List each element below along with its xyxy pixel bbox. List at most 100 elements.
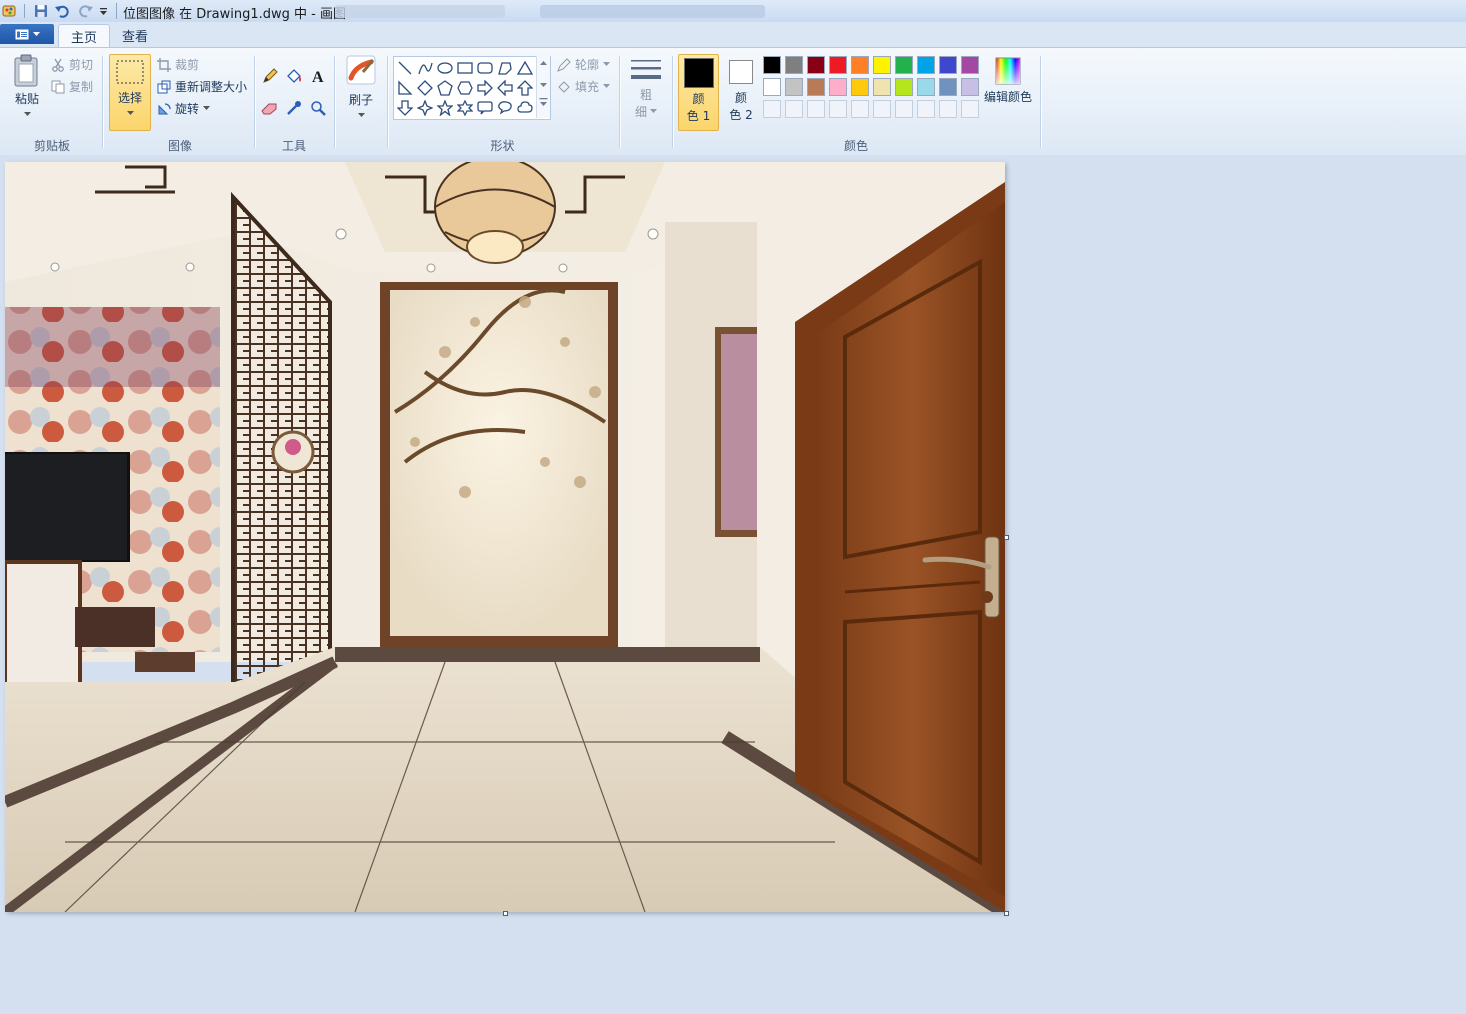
down-arrow-shape-icon[interactable] xyxy=(395,98,415,118)
rotate-label: 旋转 xyxy=(175,102,200,116)
up-arrow-shape-icon[interactable] xyxy=(515,78,535,98)
resize-button[interactable]: 重新调整大小 xyxy=(157,78,247,95)
brushes-button[interactable]: 刷子 xyxy=(341,54,381,118)
right-triangle-shape-icon[interactable] xyxy=(395,78,415,98)
color-picker-icon[interactable] xyxy=(284,98,304,118)
custom-color-slot[interactable] xyxy=(895,100,913,118)
drawing-canvas[interactable] xyxy=(5,162,1005,912)
palette-swatch[interactable] xyxy=(785,78,803,96)
palette-swatch[interactable] xyxy=(917,78,935,96)
redo-icon[interactable] xyxy=(78,3,96,19)
text-icon[interactable]: A xyxy=(308,66,328,86)
palette-swatch[interactable] xyxy=(785,56,803,74)
size-label-line2: 细 xyxy=(634,105,647,119)
palette-swatch[interactable] xyxy=(807,56,825,74)
palette-swatch[interactable] xyxy=(961,56,979,74)
undo-icon[interactable] xyxy=(54,3,70,19)
palette-swatch[interactable] xyxy=(763,56,781,74)
rectangle-shape-icon[interactable] xyxy=(455,58,475,78)
crop-label: 裁剪 xyxy=(175,58,200,72)
palette-swatch[interactable] xyxy=(763,78,781,96)
palette-swatch[interactable] xyxy=(917,56,935,74)
five-point-star-shape-icon[interactable] xyxy=(435,98,455,118)
oval-shape-icon[interactable] xyxy=(435,58,455,78)
four-point-star-shape-icon[interactable] xyxy=(415,98,435,118)
shapes-group-label: 形状 xyxy=(490,139,515,153)
tab-view[interactable]: 查看 xyxy=(110,24,160,47)
palette-swatch[interactable] xyxy=(895,56,913,74)
select-label: 选择 xyxy=(117,91,142,105)
custom-color-slot[interactable] xyxy=(961,100,979,118)
selection-rect-icon xyxy=(116,60,144,84)
separator xyxy=(19,3,29,19)
palette-swatch[interactable] xyxy=(939,78,957,96)
palette-swatch[interactable] xyxy=(873,78,891,96)
pentagon-shape-icon[interactable] xyxy=(435,78,455,98)
file-menu-button[interactable] xyxy=(0,24,54,44)
copy-button[interactable]: 复制 xyxy=(51,78,93,95)
right-arrow-shape-icon[interactable] xyxy=(475,78,495,98)
canvas-resize-handle-right[interactable] xyxy=(1004,535,1009,540)
outline-button[interactable]: 轮廓 xyxy=(557,56,611,73)
custom-color-slot[interactable] xyxy=(785,100,803,118)
background-window-tab xyxy=(540,5,765,18)
edit-colors-label: 编辑颜色 xyxy=(983,90,1032,104)
shapes-gallery xyxy=(393,56,551,120)
canvas-resize-handle-bottom[interactable] xyxy=(503,911,508,916)
eraser-icon[interactable] xyxy=(260,98,280,118)
palette-swatch[interactable] xyxy=(873,56,891,74)
pencil-icon[interactable] xyxy=(260,66,280,86)
palette-swatch[interactable] xyxy=(851,56,869,74)
polygon-shape-icon[interactable] xyxy=(495,58,515,78)
canvas-resize-handle-corner[interactable] xyxy=(1004,911,1009,916)
custom-color-slot[interactable] xyxy=(917,100,935,118)
customize-icon[interactable] xyxy=(97,3,109,19)
fill-button[interactable]: 填充 xyxy=(557,78,611,95)
cut-button[interactable]: 剪切 xyxy=(51,56,93,73)
custom-color-slot[interactable] xyxy=(851,100,869,118)
palette-swatch[interactable] xyxy=(961,78,979,96)
color2-label-line1: 颜 xyxy=(734,91,747,105)
palette-swatch[interactable] xyxy=(851,78,869,96)
select-button[interactable]: 选择 xyxy=(109,54,151,131)
paste-button[interactable]: 粘贴 xyxy=(8,54,46,117)
custom-color-slot[interactable] xyxy=(807,100,825,118)
diamond-shape-icon[interactable] xyxy=(415,78,435,98)
size-button[interactable]: 粗 细 xyxy=(626,56,666,120)
app-icon[interactable] xyxy=(1,3,17,19)
save-icon[interactable] xyxy=(33,3,49,19)
color1-button[interactable]: 颜 色 1 xyxy=(678,54,719,131)
palette-swatch[interactable] xyxy=(939,56,957,74)
palette-swatch[interactable] xyxy=(829,56,847,74)
line-shape-icon[interactable] xyxy=(395,58,415,78)
custom-color-slot[interactable] xyxy=(763,100,781,118)
crop-button[interactable]: 裁剪 xyxy=(157,56,199,73)
clipboard-icon xyxy=(14,54,38,87)
edit-colors-button[interactable]: 编辑颜色 xyxy=(983,56,1033,105)
triangle-shape-icon[interactable] xyxy=(515,58,535,78)
shapes-scrollbar[interactable] xyxy=(536,56,550,118)
rotate-button[interactable]: 旋转 xyxy=(157,100,211,117)
fill-bucket-icon[interactable] xyxy=(284,66,304,86)
cloud-callout-shape-icon[interactable] xyxy=(515,98,535,118)
color2-button[interactable]: 颜 色 2 xyxy=(723,57,759,123)
tab-home[interactable]: 主页 xyxy=(58,24,111,48)
custom-color-slot[interactable] xyxy=(829,100,847,118)
size-label-line1: 粗 xyxy=(639,88,652,102)
curve-shape-icon[interactable] xyxy=(415,58,435,78)
palette-swatch[interactable] xyxy=(829,78,847,96)
oval-callout-shape-icon[interactable] xyxy=(495,98,515,118)
rounded-rectangle-shape-icon[interactable] xyxy=(475,58,495,78)
left-arrow-shape-icon[interactable] xyxy=(495,78,515,98)
rounded-callout-shape-icon[interactable] xyxy=(475,98,495,118)
group-separator xyxy=(1040,56,1041,148)
palette-swatch[interactable] xyxy=(895,78,913,96)
custom-color-slot[interactable] xyxy=(939,100,957,118)
custom-color-slot[interactable] xyxy=(873,100,891,118)
palette-swatch[interactable] xyxy=(807,78,825,96)
color2-label-line2: 色 2 xyxy=(729,108,753,122)
hexagon-shape-icon[interactable] xyxy=(455,78,475,98)
six-point-star-shape-icon[interactable] xyxy=(455,98,475,118)
magnifier-icon[interactable] xyxy=(308,98,328,118)
copy-icon xyxy=(51,80,65,93)
